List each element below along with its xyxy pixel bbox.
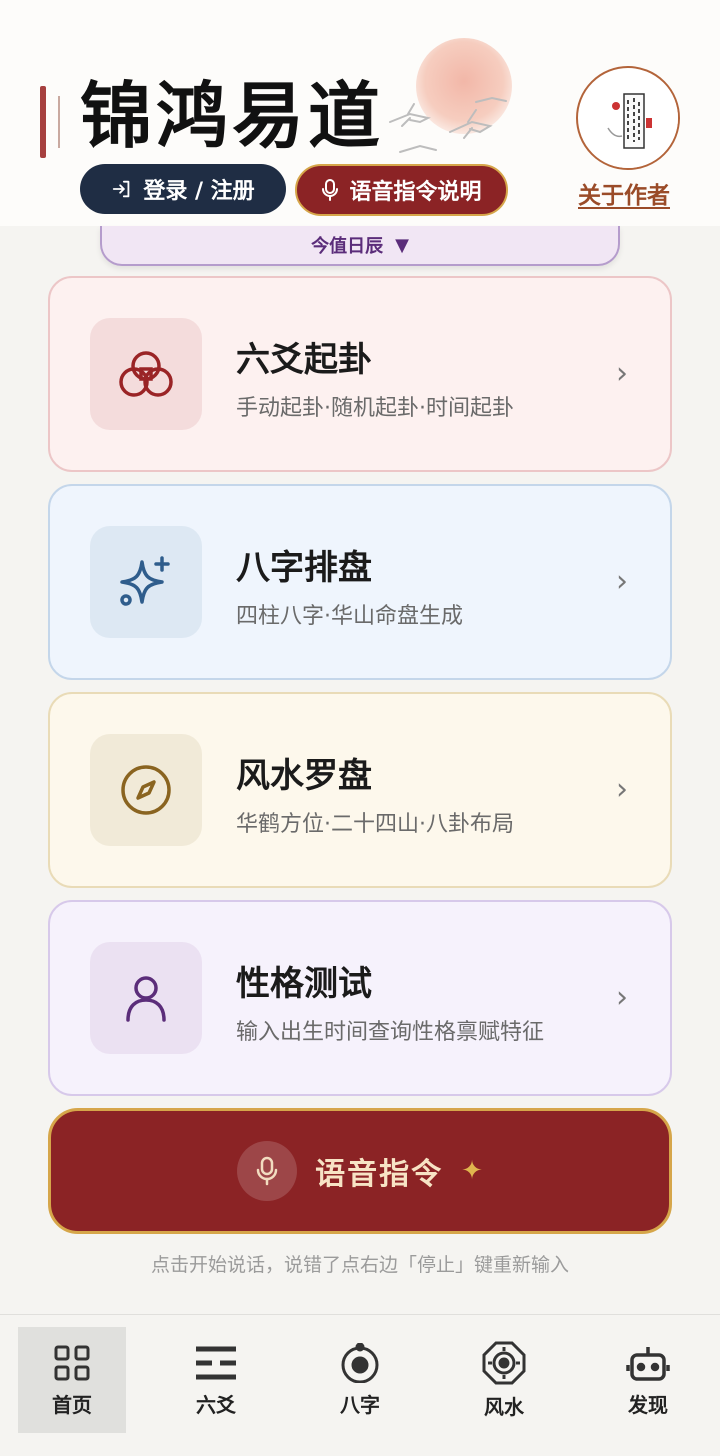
tab-discover[interactable]: 发现 bbox=[594, 1327, 702, 1433]
dropdown-arrow-icon: ▼ bbox=[395, 234, 409, 256]
card-subtitle: 手动起卦·随机起卦·时间起卦 bbox=[236, 396, 514, 421]
login-register-label: 登录 / 注册 bbox=[143, 179, 255, 204]
card-subtitle: 输入出生时间查询性格禀赋特征 bbox=[236, 1020, 545, 1045]
card-liuyao[interactable]: 六爻起卦 手动起卦·随机起卦·时间起卦 › bbox=[48, 276, 672, 472]
tab-fengshui[interactable]: 风水 bbox=[450, 1327, 558, 1433]
card-bazi[interactable]: 八字排盘 四柱八字·华山命盘生成 › bbox=[48, 484, 672, 680]
title-accent-bar bbox=[40, 86, 46, 158]
voice-help-label: 语音指令说明 bbox=[349, 180, 482, 205]
interlocking-coins-icon bbox=[90, 318, 202, 430]
tab-label: 八字 bbox=[340, 1392, 380, 1417]
calligraphy-scroll-image bbox=[580, 70, 678, 168]
voice-command-label: 语音指令 bbox=[315, 1157, 444, 1192]
login-register-button[interactable]: 登录 / 注册 bbox=[80, 164, 286, 214]
card-subtitle: 华鹤方位·二十四山·八卦布局 bbox=[236, 812, 514, 837]
microphone-icon bbox=[322, 179, 339, 201]
app-title: 锦鸿易道 bbox=[80, 73, 385, 158]
card-title: 性格测试 bbox=[236, 964, 372, 1004]
card-title: 八字排盘 bbox=[236, 548, 372, 588]
tab-label: 风水 bbox=[484, 1394, 524, 1419]
robot-icon bbox=[626, 1346, 670, 1381]
card-title: 风水罗盘 bbox=[236, 756, 372, 796]
author-avatar[interactable] bbox=[576, 66, 680, 170]
cranes-decoration bbox=[389, 96, 507, 153]
chevron-right-icon: › bbox=[616, 356, 628, 391]
microphone-icon bbox=[237, 1141, 298, 1201]
card-subtitle: 四柱八字·华山命盘生成 bbox=[236, 604, 463, 629]
login-icon bbox=[113, 180, 130, 198]
title-accent-line bbox=[58, 96, 60, 148]
tab-liuyao[interactable]: 六爻 bbox=[162, 1327, 270, 1433]
tab-label: 六爻 bbox=[196, 1392, 236, 1417]
card-title: 六爻起卦 bbox=[236, 340, 372, 380]
bagua-icon bbox=[482, 1341, 526, 1384]
sparkle-icon bbox=[90, 526, 202, 638]
eye-icon bbox=[341, 1342, 379, 1383]
hexagram-lines-icon bbox=[196, 1346, 236, 1379]
chevron-right-icon: › bbox=[616, 564, 628, 599]
card-fengshui[interactable]: 风水罗盘 华鹤方位·二十四山·八卦布局 › bbox=[48, 692, 672, 888]
app-header: 锦鸿易道 登录 / 注册 语音指令说明 关于作者 bbox=[0, 0, 720, 226]
tab-label: 发现 bbox=[628, 1392, 668, 1417]
tab-label: 首页 bbox=[52, 1392, 92, 1417]
voice-command-button[interactable]: 语音指令 ✦ bbox=[48, 1108, 672, 1234]
tab-bazi[interactable]: 八字 bbox=[306, 1327, 414, 1433]
chevron-right-icon: › bbox=[616, 772, 628, 807]
grid-icon bbox=[54, 1345, 90, 1380]
sparkle-star-icon: ✦ bbox=[461, 1156, 483, 1186]
tab-home[interactable]: 首页 bbox=[18, 1327, 126, 1433]
today-date-label: 今值日辰 bbox=[311, 236, 384, 257]
card-personality[interactable]: 性格测试 输入出生时间查询性格禀赋特征 › bbox=[48, 900, 672, 1096]
user-icon bbox=[90, 942, 202, 1054]
about-author-link[interactable]: 关于作者 bbox=[578, 176, 670, 210]
compass-icon bbox=[90, 734, 202, 846]
chevron-right-icon: › bbox=[616, 980, 628, 1015]
today-date-dropdown[interactable]: 今值日辰 ▼ bbox=[100, 226, 620, 266]
voice-hint-text: 点击开始说话，说错了点右边「停止」键重新输入 bbox=[150, 1254, 569, 1276]
voice-help-button[interactable]: 语音指令说明 bbox=[295, 164, 508, 216]
bottom-tab-bar: 首页 六爻 八字 风水 发现 bbox=[0, 1314, 720, 1456]
